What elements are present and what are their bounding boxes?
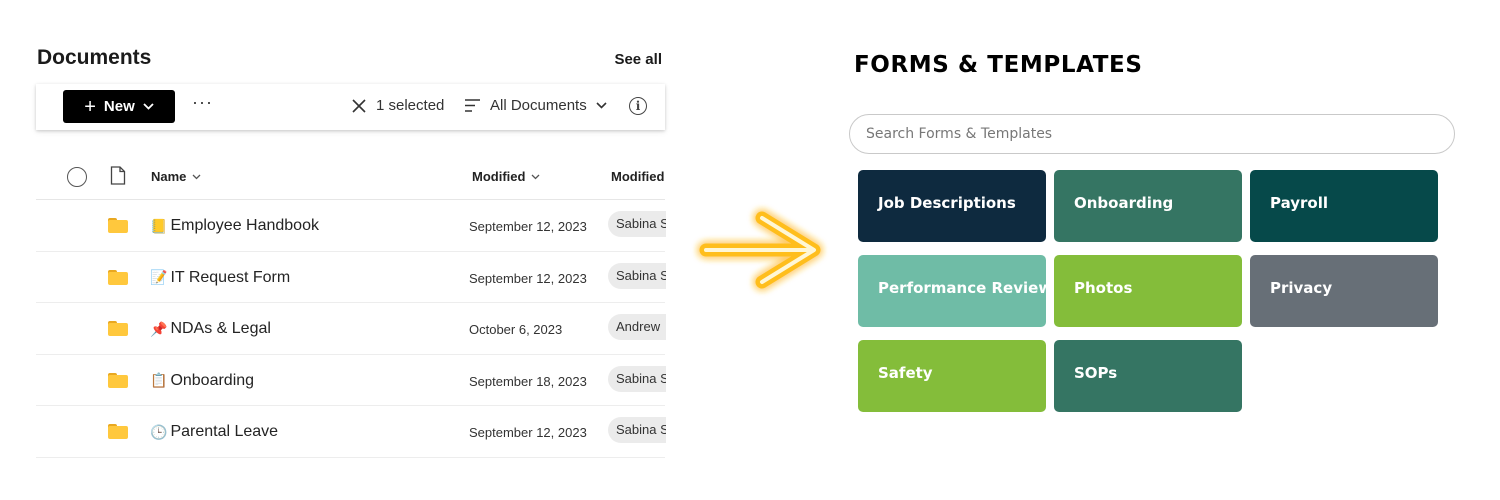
row-name[interactable]: 📌 NDAs & Legal: [150, 320, 271, 338]
chevron-down-icon: [143, 103, 154, 110]
tile-privacy[interactable]: Privacy: [1250, 255, 1438, 327]
memo-icon: 📝: [150, 269, 168, 285]
column-header-modified-label: Modified: [472, 169, 526, 184]
forms-title: FORMS & TEMPLATES: [854, 52, 1143, 78]
chevron-down-icon: [596, 102, 607, 109]
row-name[interactable]: 📋 Onboarding: [150, 372, 254, 390]
table-row[interactable]: 🕒 Parental Leave September 12, 2023 Sabi…: [36, 406, 666, 458]
row-modified-by[interactable]: Sabina S: [608, 365, 666, 392]
row-modified: September 18, 2023: [469, 373, 587, 389]
notebook-icon: 📒: [150, 217, 168, 234]
new-button-label: New: [103, 98, 135, 115]
row-modified-by[interactable]: Andrew: [608, 314, 666, 340]
tile-performance-review[interactable]: Performance Review: [858, 255, 1052, 327]
row-name-label: NDAs & Legal: [170, 320, 271, 337]
pushpin-icon: 📌: [150, 320, 168, 337]
selected-count: 1 selected: [376, 97, 445, 114]
table-row[interactable]: 📒 Employee Handbook September 12, 2023 S…: [36, 200, 666, 252]
column-header-modified[interactable]: Modified: [472, 169, 540, 184]
column-header-name[interactable]: Name: [151, 169, 201, 184]
row-name-label: Onboarding: [170, 371, 255, 389]
row-name[interactable]: 📒 Employee Handbook: [150, 217, 319, 235]
info-icon[interactable]: i: [629, 97, 647, 115]
folder-icon: [108, 218, 128, 233]
row-modified-by[interactable]: Sabina S: [608, 211, 666, 237]
row-name-label: Employee Handbook: [170, 217, 319, 234]
tile-onboarding[interactable]: Onboarding: [1054, 170, 1242, 242]
view-selector-label: All Documents: [490, 97, 587, 114]
chevron-down-icon: [192, 174, 201, 179]
folder-icon: [108, 424, 128, 439]
row-modified-by[interactable]: Sabina S: [608, 262, 666, 289]
column-header-modified-by[interactable]: Modified By: [611, 169, 666, 184]
clock-icon: 🕒: [150, 423, 168, 440]
view-selector[interactable]: All Documents: [464, 97, 607, 114]
tile-payroll[interactable]: Payroll: [1250, 170, 1438, 242]
chevron-down-icon: [531, 174, 540, 179]
select-all-radio[interactable]: [67, 167, 87, 187]
folder-icon: [108, 372, 128, 388]
clear-selection-button[interactable]: 1 selected: [352, 97, 444, 114]
row-modified: September 12, 2023: [469, 219, 587, 234]
tile-photos[interactable]: Photos: [1054, 255, 1242, 327]
tile-safety[interactable]: Safety: [858, 340, 1046, 412]
command-bar: + New ··· 1 selected All Documents i: [36, 84, 665, 130]
column-header-name-label: Name: [151, 169, 187, 184]
tile-sops[interactable]: SOPs: [1054, 340, 1242, 412]
folder-icon: [108, 321, 128, 336]
row-name-label: IT Request Form: [170, 268, 291, 286]
plus-icon: +: [84, 95, 96, 118]
row-name[interactable]: 🕒 Parental Leave: [150, 423, 278, 441]
clipboard-icon: 📋: [150, 372, 168, 388]
row-modified: October 6, 2023: [469, 322, 563, 337]
folder-icon: [108, 269, 128, 285]
documents-title: Documents: [37, 46, 152, 69]
row-modified: September 12, 2023: [469, 425, 587, 440]
row-name-label: Parental Leave: [170, 423, 279, 440]
tile-job-descriptions[interactable]: Job Descriptions: [858, 170, 1046, 242]
row-name[interactable]: 📝 IT Request Form: [150, 269, 290, 287]
new-button[interactable]: + New: [63, 90, 175, 123]
table-row[interactable]: 📌 NDAs & Legal October 6, 2023 Andrew: [36, 303, 666, 355]
view-options-icon: [465, 99, 480, 112]
see-all-link[interactable]: See all: [614, 51, 662, 68]
row-modified-by[interactable]: Sabina S: [608, 417, 666, 443]
file-type-icon: [110, 166, 126, 185]
close-icon: [352, 98, 366, 113]
table-row[interactable]: 📋 Onboarding September 18, 2023 Sabina S: [36, 355, 666, 406]
search-input[interactable]: [849, 114, 1455, 154]
arrow-right-icon: [699, 211, 821, 289]
list-header: Name Modified Modified By: [36, 154, 666, 200]
documents-panel: Documents See all + New ··· 1 selected A…: [36, 40, 666, 470]
row-modified: September 12, 2023: [469, 270, 587, 286]
table-row[interactable]: 📝 IT Request Form September 12, 2023 Sab…: [36, 252, 666, 303]
document-list: 📒 Employee Handbook September 12, 2023 S…: [36, 200, 666, 458]
more-options-button[interactable]: ···: [192, 92, 213, 113]
